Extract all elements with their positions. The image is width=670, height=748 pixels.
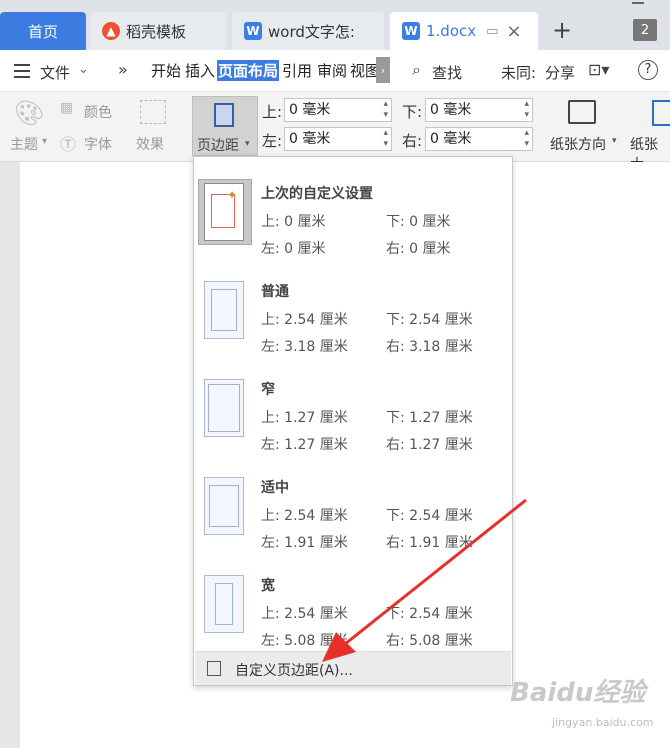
tab-count-badge[interactable]: 2 — [633, 19, 657, 41]
margin-button-label: 页边距 — [197, 138, 239, 154]
share-button[interactable]: 分享 — [545, 62, 575, 83]
chevron-down-icon[interactable]: ⌄ — [78, 62, 89, 77]
preset-top: 上: 0 厘米 — [261, 214, 326, 230]
tab-daoke-label: 稻壳模板 — [126, 22, 187, 41]
color-icon: ▦ — [60, 100, 74, 116]
chevron-down-icon: ▾ — [42, 136, 48, 147]
tab-word-doc[interactable]: W word文字怎: — [232, 12, 384, 50]
font-icon: Ⓣ — [60, 135, 77, 154]
preset-bottom: 下: 0 厘米 — [386, 214, 451, 230]
preset-right: 右: 1.27 厘米 — [386, 437, 473, 453]
theme-button[interactable]: 主题 — [10, 134, 38, 154]
preset-top: 上: 2.54 厘米 — [261, 312, 348, 328]
effect-button[interactable]: 效果 — [136, 134, 164, 154]
palette-icon[interactable]: 🎨︎ — [14, 99, 44, 127]
page-preview-icon — [204, 477, 244, 535]
word-icon: W — [402, 22, 420, 40]
preset-title: 普通 — [261, 284, 289, 300]
paper-size-icon[interactable] — [652, 100, 670, 126]
preset-right: 右: 0 厘米 — [386, 241, 451, 257]
daoke-icon: ▲ — [102, 22, 120, 40]
word-icon: W — [244, 22, 262, 40]
margin-outline — [215, 583, 233, 625]
tab-active-doc[interactable]: W 1.docx ▭ × — [390, 12, 538, 50]
hamburger-icon[interactable] — [14, 64, 30, 78]
preset-bottom: 下: 2.54 厘米 — [386, 312, 473, 328]
effect-icon — [140, 100, 166, 124]
scroll-right-icon[interactable]: › — [376, 57, 390, 83]
page-preview-icon: ✦ — [204, 183, 244, 241]
preset-title: 适中 — [261, 480, 289, 496]
search-button[interactable]: 查找 — [432, 62, 462, 83]
margin-outline — [211, 289, 237, 331]
orientation-icon[interactable] — [568, 100, 596, 124]
file-menu[interactable]: 文件 — [40, 62, 70, 83]
preset-bottom: 下: 1.27 厘米 — [386, 410, 473, 426]
left-margin-label: 左: — [262, 132, 283, 150]
page-preview-icon — [204, 575, 244, 633]
top-margin-input[interactable]: 0 毫米 — [284, 98, 392, 122]
preset-left: 左: 1.27 厘米 — [261, 437, 348, 453]
edit-page-icon — [207, 661, 221, 676]
preset-last-custom[interactable]: ✦ 上次的自定义设置 上: 0 厘米 下: 0 厘米 左: 0 厘米 右: 0 … — [194, 169, 512, 264]
canvas-margin — [0, 162, 20, 748]
page-preview-icon — [204, 379, 244, 437]
preset-title: 窄 — [261, 382, 275, 398]
font-button[interactable]: 字体 — [84, 134, 112, 154]
tab-page-layout[interactable]: 页面布局 — [217, 60, 280, 81]
help-button[interactable]: ? — [638, 60, 658, 80]
page-margin-icon — [214, 103, 234, 127]
preset-title: 上次的自定义设置 — [261, 186, 373, 202]
arrow-shaft — [339, 498, 527, 650]
margin-outline — [209, 485, 239, 527]
right-margin-label: 右: — [402, 132, 423, 150]
tab-start[interactable]: 开始 — [150, 60, 182, 81]
tab-home[interactable]: 首页 — [0, 12, 86, 50]
tab-review[interactable]: 审阅 — [316, 60, 348, 81]
chevron-down-icon: ▾ — [612, 136, 617, 146]
tab-insert[interactable]: 插入 — [184, 60, 216, 81]
bottom-margin-label: 下: — [402, 103, 423, 121]
watermark-logo: Baidu经验 — [510, 678, 646, 708]
right-margin-input[interactable]: 0 毫米 — [425, 127, 533, 151]
sync-status[interactable]: 未同: — [501, 62, 536, 83]
preset-title: 宽 — [261, 578, 275, 594]
tab-references[interactable]: 引用 — [281, 60, 313, 81]
preset-narrow[interactable]: 窄 上: 1.27 厘米 下: 1.27 厘米 左: 1.27 厘米 右: 1.… — [194, 365, 512, 460]
top-margin-label: 上: — [262, 103, 283, 121]
preset-top: 上: 1.27 厘米 — [261, 410, 348, 426]
margin-button[interactable]: 页边距 ▾ — [192, 96, 258, 156]
close-icon[interactable]: × — [506, 21, 521, 42]
watermark-url: jingyan.baidu.com — [552, 716, 654, 729]
tab-word-doc-label: word文字怎: — [268, 22, 355, 41]
preset-normal[interactable]: 普通 上: 2.54 厘米 下: 2.54 厘米 左: 3.18 厘米 右: 3… — [194, 267, 512, 362]
tab-active-doc-label: 1.docx — [426, 22, 477, 40]
arrow-head — [322, 632, 356, 662]
tab-home-label: 首页 — [27, 22, 58, 41]
search-icon[interactable]: ⌕ — [412, 60, 421, 80]
preset-left: 左: 0 厘米 — [261, 241, 326, 257]
tab-daoke[interactable]: ▲ 稻壳模板 — [90, 12, 226, 50]
page-preview-icon — [204, 281, 244, 339]
comment-icon[interactable]: ⊡▾ — [588, 60, 609, 79]
color-button[interactable]: 颜色 — [84, 102, 112, 122]
annotation-arrow — [322, 498, 527, 662]
margin-outline — [208, 384, 240, 432]
chevron-down-icon: ▾ — [245, 139, 250, 149]
left-margin-input[interactable]: 0 毫米 — [284, 127, 392, 151]
new-tab-icon[interactable]: + — [552, 16, 572, 44]
more-tabs-icon[interactable]: » — [118, 60, 128, 79]
window-icon[interactable]: ▭ — [486, 24, 498, 39]
bottom-margin-input[interactable]: 0 毫米 — [425, 98, 533, 122]
minimize-icon[interactable] — [632, 2, 644, 4]
preset-left: 左: 3.18 厘米 — [261, 339, 348, 355]
orientation-button[interactable]: 纸张方向 — [550, 134, 606, 154]
magic-wand-icon: ✦ — [227, 188, 238, 202]
preset-right: 右: 3.18 厘米 — [386, 339, 473, 355]
